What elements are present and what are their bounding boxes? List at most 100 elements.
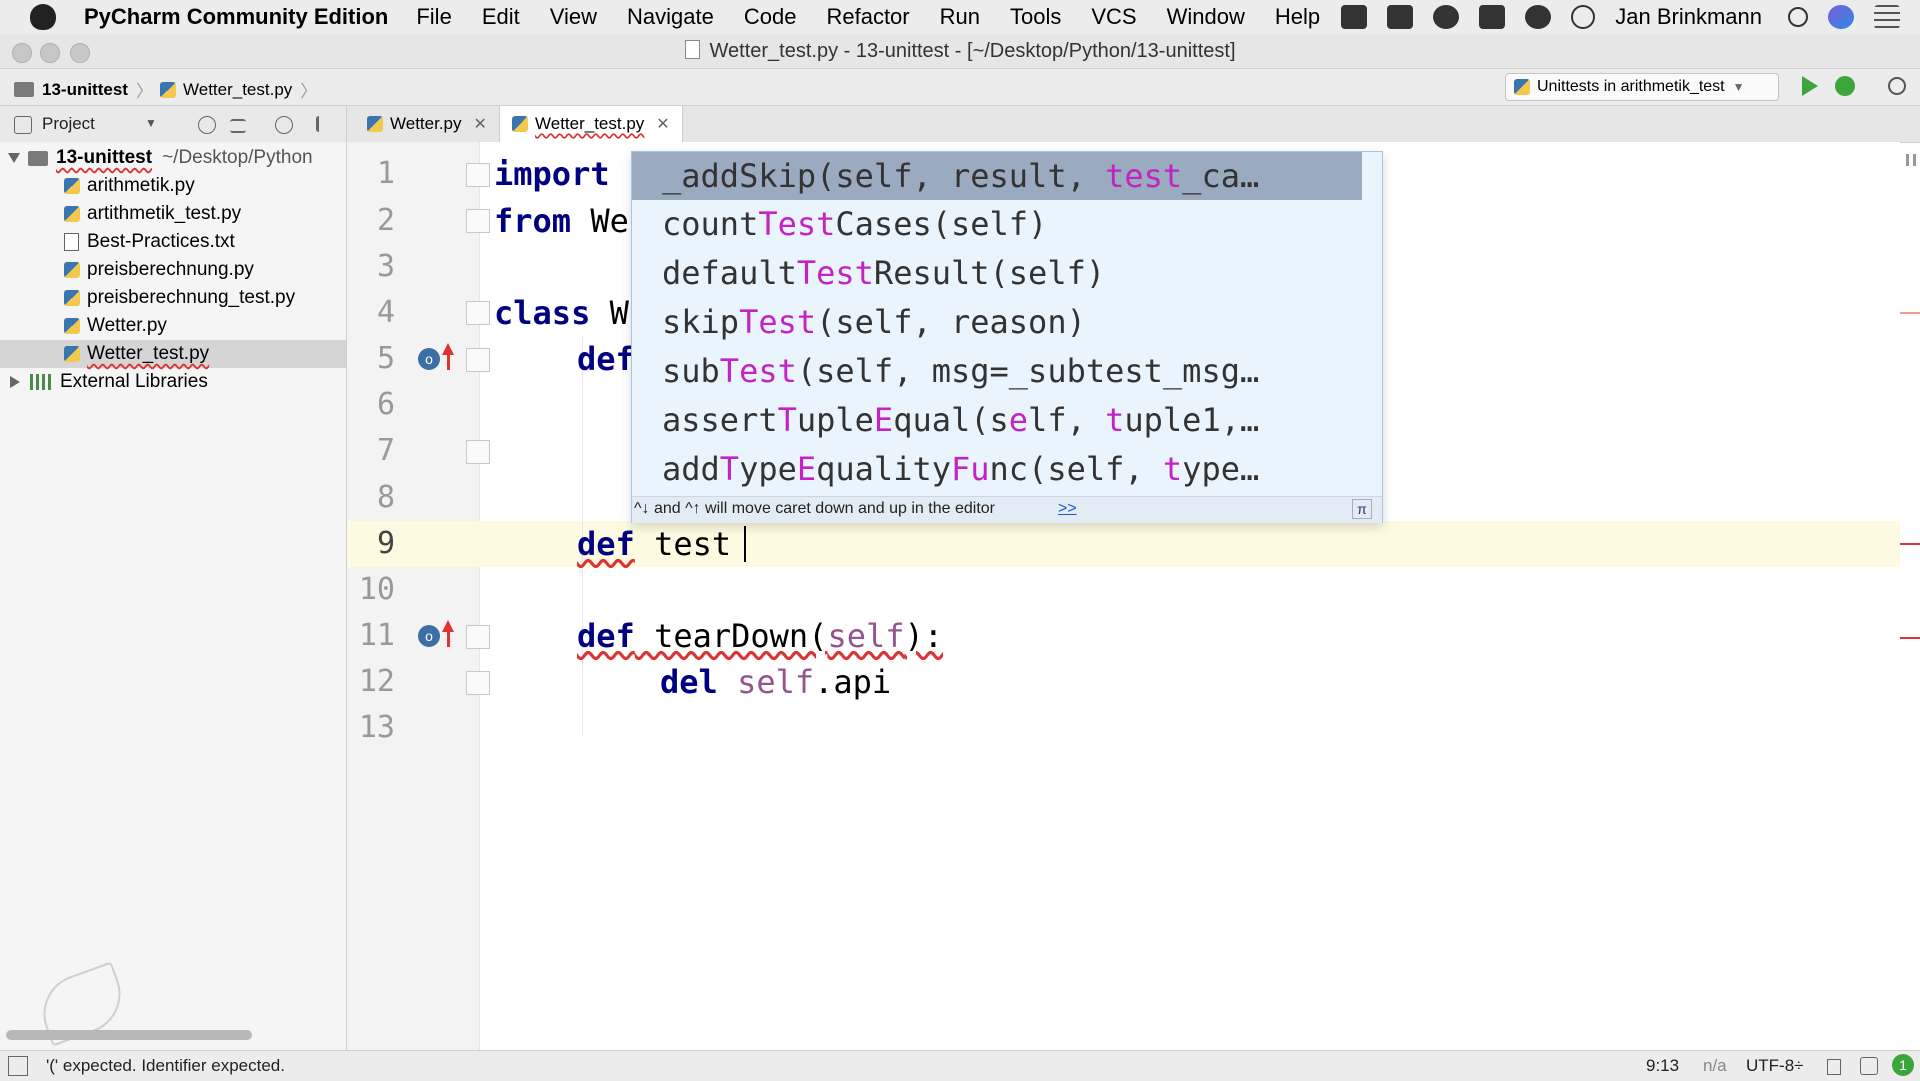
line-number: 8: [376, 480, 395, 515]
menu-vcs[interactable]: VCS: [1091, 4, 1136, 30]
arrow-up-icon: [447, 354, 450, 370]
collapse-all-icon[interactable]: [230, 119, 246, 133]
user-name[interactable]: Jan Brinkmann: [1615, 4, 1762, 30]
fold-marker[interactable]: [466, 348, 490, 372]
tab-wetter[interactable]: Wetter.py ✕: [355, 106, 499, 142]
menu-help[interactable]: Help: [1275, 4, 1320, 30]
suggestion-item[interactable]: skipTest(self, reason): [662, 299, 1086, 345]
tab-wetter-test[interactable]: Wetter_test.py ✕: [499, 106, 683, 142]
menu-file[interactable]: File: [416, 4, 451, 30]
pi-icon[interactable]: π: [1352, 499, 1372, 519]
menu-window[interactable]: Window: [1167, 4, 1245, 30]
tree-root[interactable]: 13-unittest ~/Desktop/Python: [0, 144, 346, 172]
leaf-tray-icon[interactable]: [1433, 5, 1460, 29]
event-log-badge[interactable]: 1: [1892, 1054, 1914, 1076]
time-machine-icon[interactable]: [1571, 5, 1596, 29]
close-tab-icon[interactable]: ✕: [656, 114, 669, 134]
menu-code[interactable]: Code: [744, 4, 797, 30]
pause-icon[interactable]: [1906, 154, 1916, 166]
fold-marker[interactable]: [466, 440, 490, 464]
fold-marker[interactable]: [466, 163, 490, 187]
expand-arrow-icon[interactable]: [10, 376, 20, 388]
tree-item-wetter[interactable]: Wetter.py: [0, 312, 346, 340]
suggestion-item[interactable]: assertTupleEqual(self, tuple1,…: [662, 397, 1259, 443]
inspector-icon[interactable]: [1860, 1057, 1878, 1075]
window-title-bar: Wetter_test.py - 13-unittest - [~/Deskto…: [0, 34, 1920, 69]
run-button[interactable]: [1802, 76, 1818, 96]
fold-marker[interactable]: [466, 301, 490, 325]
line-number: 9: [376, 526, 395, 561]
project-view-icon: [14, 116, 32, 134]
error-marker[interactable]: [1900, 543, 1920, 545]
scroll-marker[interactable]: [1900, 312, 1920, 314]
close-tab-icon[interactable]: ✕: [474, 114, 487, 134]
status-message: '(' expected. Identifier expected.: [46, 1056, 285, 1075]
search-icon[interactable]: [1888, 77, 1906, 95]
line-number: 6: [376, 387, 395, 422]
suggestion-item[interactable]: defaultTestResult(self): [662, 250, 1105, 296]
spotlight-search-icon[interactable]: [1788, 7, 1808, 27]
suggestion-item[interactable]: _addSkip(self, result, test_ca…: [662, 153, 1259, 199]
caret-position[interactable]: 9:13: [1646, 1056, 1679, 1076]
notification-center-icon[interactable]: [1874, 5, 1900, 29]
line-number: 1: [376, 156, 395, 191]
plus-tray-icon[interactable]: [1341, 5, 1368, 29]
python-file-icon: [64, 318, 80, 334]
menu-navigate[interactable]: Navigate: [627, 4, 714, 30]
tree-item-best-practices[interactable]: Best-Practices.txt: [0, 228, 346, 256]
tree-external-libraries[interactable]: External Libraries: [0, 368, 346, 396]
horizontal-scrollbar[interactable]: [6, 1030, 252, 1040]
chat-tray-icon[interactable]: [1525, 5, 1552, 29]
arrow-up-icon: [447, 631, 450, 647]
fold-marker[interactable]: [466, 671, 490, 695]
gear-icon[interactable]: [275, 116, 293, 134]
apple-icon[interactable]: [30, 4, 56, 30]
fold-marker[interactable]: [466, 209, 490, 233]
menu-run[interactable]: Run: [940, 4, 980, 30]
autocomplete-footer: ^↓ and ^↑ will move caret down and up in…: [632, 496, 1382, 523]
tree-item-wetter-test[interactable]: Wetter_test.py: [0, 340, 346, 368]
suggestion-item[interactable]: subTest(self, msg=_subtest_msg…: [662, 348, 1259, 394]
lock-icon[interactable]: [1827, 1059, 1841, 1075]
hide-panel-icon[interactable]: [316, 116, 335, 132]
tool-window-toggle-icon[interactable]: [8, 1056, 28, 1076]
chevron-down-icon[interactable]: ▼: [145, 116, 157, 130]
run-configuration-select[interactable]: Unittests in arithmetik_test ▼: [1505, 73, 1779, 101]
window-title: Wetter_test.py - 13-unittest - [~/Deskto…: [0, 40, 1920, 63]
line-separator[interactable]: n/a: [1703, 1056, 1727, 1076]
more-hint-link[interactable]: >>: [1058, 500, 1077, 518]
error-marker[interactable]: [1900, 637, 1920, 639]
code-line-5: def: [577, 340, 635, 378]
tree-item-artithmetik-test[interactable]: artithmetik_test.py: [0, 200, 346, 228]
autocomplete-popup: _addSkip(self, result, test_ca… countTes…: [631, 151, 1383, 523]
menu-edit[interactable]: Edit: [482, 4, 520, 30]
python-file-icon: [64, 206, 80, 222]
locate-file-icon[interactable]: [198, 116, 216, 134]
siri-icon[interactable]: [1828, 5, 1854, 29]
tree-item-arithmetik[interactable]: arithmetik.py: [0, 172, 346, 200]
code-line-11: def tearDown(self):: [577, 617, 944, 655]
tree-item-preisberechnung[interactable]: preisberechnung.py: [0, 256, 346, 284]
breadcrumb-file[interactable]: Wetter_test.py 〉: [160, 77, 317, 102]
line-number: 7: [376, 433, 395, 468]
project-view-select[interactable]: Project: [42, 114, 95, 134]
expand-arrow-icon[interactable]: [8, 153, 20, 163]
override-method-icon[interactable]: o: [418, 625, 440, 647]
file-encoding[interactable]: UTF-8÷: [1746, 1056, 1804, 1076]
menu-view[interactable]: View: [550, 4, 597, 30]
debug-button[interactable]: [1835, 76, 1855, 96]
library-icon: [30, 374, 52, 390]
breadcrumb-project[interactable]: 13-unittest 〉: [14, 77, 153, 102]
override-method-icon[interactable]: o: [418, 348, 440, 370]
suggestion-item[interactable]: addTypeEqualityFunc(self, type…: [662, 446, 1259, 492]
menu-refactor[interactable]: Refactor: [826, 4, 909, 30]
fold-marker[interactable]: [466, 625, 490, 649]
app-tray-icon[interactable]: [1387, 5, 1414, 29]
suggestion-item[interactable]: countTestCases(self): [662, 201, 1047, 247]
navigation-bar: 13-unittest 〉 Wetter_test.py 〉 Unittests i…: [0, 69, 1920, 106]
python-file-icon: [64, 262, 80, 278]
tree-item-preisberechnung-test[interactable]: preisberechnung_test.py: [0, 284, 346, 312]
camera-tray-icon[interactable]: [1479, 5, 1506, 29]
menu-tools[interactable]: Tools: [1010, 4, 1061, 30]
app-menu[interactable]: PyCharm Community Edition: [84, 4, 388, 30]
